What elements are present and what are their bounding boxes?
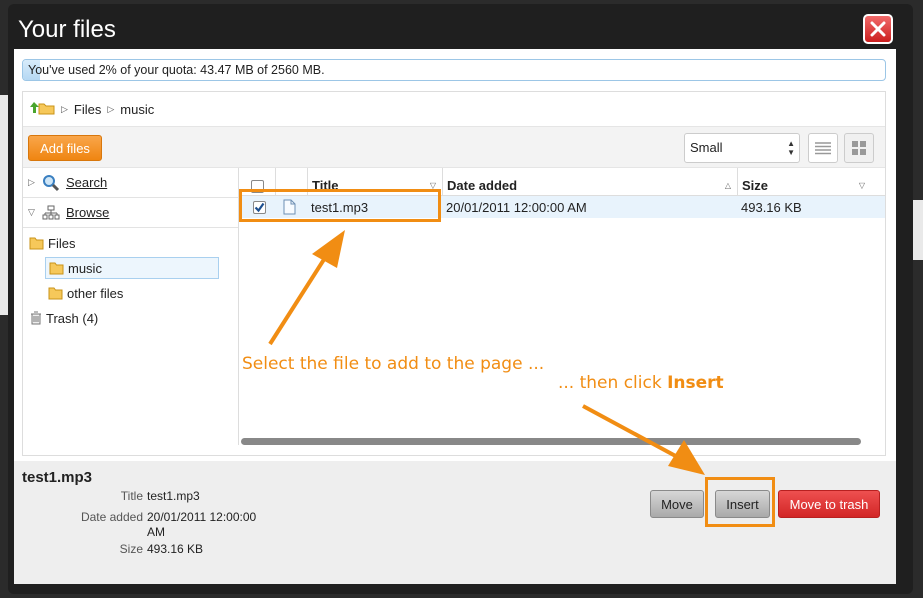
move-button[interactable]: Move (650, 490, 704, 518)
trash-icon (31, 311, 41, 325)
tree-label-trash: Trash (4) (46, 310, 99, 326)
highlight-box-file-row (239, 189, 441, 222)
column-header-date[interactable]: Date added △ (442, 168, 737, 196)
thumbnail-size-value: Small (690, 140, 723, 155)
collapse-icon: ▽ (28, 207, 35, 217)
list-view-button[interactable] (808, 133, 838, 163)
tree-item-files[interactable]: Files (29, 232, 75, 254)
thumbnail-size-select[interactable]: Small ▲ ▼ (684, 133, 800, 163)
breadcrumb-item-files[interactable]: Files (74, 102, 101, 117)
sidebar-item-browse[interactable]: ▽ Browse (23, 198, 238, 228)
folder-up-icon[interactable] (29, 100, 55, 119)
sort-desc-icon: ▽ (858, 181, 865, 190)
breadcrumb-separator-icon: ▷ (107, 103, 115, 114)
row-date: 20/01/2011 12:00:00 AM (446, 199, 587, 215)
details-date-label: Date added (80, 510, 143, 524)
tree-item-trash[interactable]: Trash (4) (29, 307, 98, 329)
sidebar-item-search[interactable]: ▷ Search (23, 168, 238, 198)
toolbar: Add files Small ▲ ▼ (23, 126, 885, 168)
close-button[interactable] (863, 14, 893, 44)
row-size: 493.16 KB (741, 199, 802, 215)
details-filename: test1.mp3 (22, 469, 93, 486)
highlight-box-insert (705, 477, 775, 527)
folder-open-icon (29, 237, 44, 249)
breadcrumb-item-music[interactable]: music (120, 102, 154, 117)
breadcrumb: ▷ Files ▷ music (23, 92, 885, 126)
folder-open-icon (48, 287, 63, 299)
sort-asc-icon: △ (724, 181, 731, 190)
details-title-value: test1.mp3 (147, 489, 200, 503)
details-size-value: 493.16 KB (147, 542, 204, 556)
grid-view-button[interactable] (844, 133, 874, 163)
annotation-then-click: ... then click Insert (558, 373, 724, 393)
move-to-trash-button[interactable]: Move to trash (778, 490, 880, 518)
list-view-icon (815, 142, 831, 155)
tree-label-files: Files (48, 235, 76, 251)
add-files-button[interactable]: Add files (28, 135, 102, 161)
details-title-label: Title (120, 489, 143, 503)
details-size-label: Size (119, 542, 143, 556)
grid-view-icon (852, 141, 866, 155)
sidebar-search-label: Search (66, 175, 108, 190)
search-icon (43, 174, 60, 191)
file-browser-panel: ▷ Files ▷ music Add files Small ▲ ▼ ▷ Se… (22, 91, 886, 456)
annotation-then-text: ... then click (558, 373, 668, 393)
select-spinner-icon: ▲ ▼ (787, 139, 795, 157)
expand-icon: ▷ (28, 177, 35, 187)
file-manager-dialog: Your files You've used 2% of your quota:… (8, 4, 913, 594)
horizontal-scrollbar[interactable] (241, 438, 861, 445)
quota-bar: You've used 2% of your quota: 43.47 MB o… (22, 59, 886, 81)
tree-item-other-files[interactable]: other files (48, 282, 123, 304)
column-header-size[interactable]: Size ▽ (737, 168, 871, 196)
sidebar-browse-label: Browse (66, 205, 110, 220)
column-date-label: Date added (447, 178, 518, 193)
tree-label-other-files: other files (67, 285, 124, 301)
sidebar: ▷ Search ▽ Browse Files music other file… (23, 168, 239, 445)
annotation-insert-text: Insert (667, 373, 724, 393)
tree-label-music: music (68, 260, 102, 276)
annotation-select-text: Select the file to add to the page ... (242, 354, 545, 374)
close-icon (870, 21, 886, 37)
breadcrumb-separator-icon: ▷ (61, 103, 68, 114)
quota-text: You've used 2% of your quota: 43.47 MB o… (28, 63, 325, 77)
folder-open-icon (49, 262, 64, 274)
column-size-label: Size (742, 178, 769, 193)
tree-item-music[interactable]: music (45, 257, 219, 279)
details-date-value: 20/01/2011 12:00:00 AM (147, 510, 257, 539)
sitemap-icon (42, 205, 60, 219)
dialog-title: Your files (18, 16, 116, 43)
